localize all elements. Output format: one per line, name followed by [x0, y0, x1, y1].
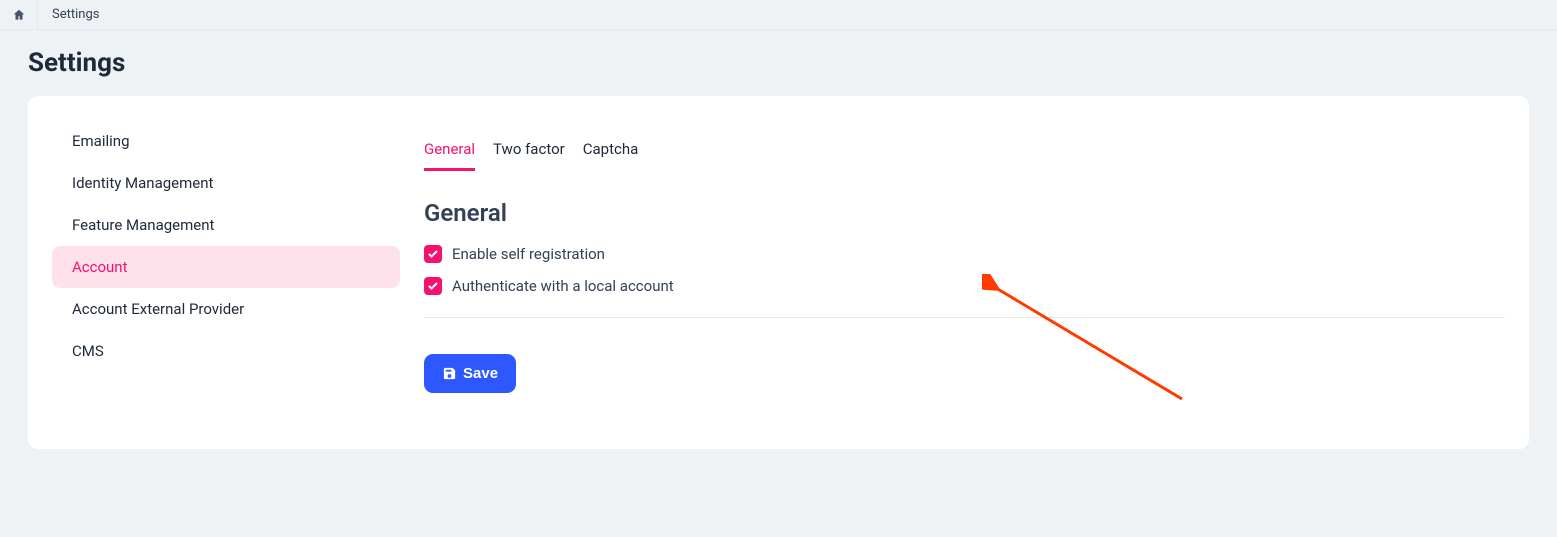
- annotation-arrow: [982, 274, 1202, 414]
- save-button-label: Save: [463, 365, 498, 382]
- sidebar-item-account[interactable]: Account: [52, 246, 400, 288]
- sidebar-item-cms[interactable]: CMS: [52, 330, 400, 372]
- page-title: Settings: [28, 48, 1529, 78]
- save-icon: [442, 366, 457, 381]
- check-icon: [427, 248, 439, 260]
- checkbox-local-account[interactable]: [424, 277, 442, 295]
- check-label-self-registration: Enable self registration: [452, 245, 605, 263]
- settings-main: General Two factor Captcha General Enabl…: [424, 120, 1505, 393]
- settings-sidebar: Emailing Identity Management Feature Man…: [52, 120, 400, 393]
- settings-card: Emailing Identity Management Feature Man…: [28, 96, 1529, 449]
- tab-two-factor[interactable]: Two factor: [493, 140, 565, 171]
- breadcrumb-current: Settings: [38, 7, 113, 22]
- divider: [424, 317, 1505, 318]
- sidebar-item-identity-management[interactable]: Identity Management: [52, 162, 400, 204]
- sidebar-item-account-external-provider[interactable]: Account External Provider: [52, 288, 400, 330]
- section-title: General: [424, 199, 1505, 227]
- check-row-local-account: Authenticate with a local account: [424, 277, 1505, 295]
- save-button[interactable]: Save: [424, 354, 516, 393]
- check-icon: [427, 280, 439, 292]
- check-label-local-account: Authenticate with a local account: [452, 277, 674, 295]
- tabs: General Two factor Captcha: [424, 140, 1505, 171]
- tab-general[interactable]: General: [424, 140, 475, 171]
- check-row-self-registration: Enable self registration: [424, 245, 1505, 263]
- checkbox-self-registration[interactable]: [424, 245, 442, 263]
- breadcrumb-bar: Settings: [0, 0, 1557, 30]
- sidebar-item-emailing[interactable]: Emailing: [52, 120, 400, 162]
- tab-captcha[interactable]: Captcha: [583, 140, 639, 171]
- home-icon[interactable]: [0, 0, 38, 30]
- sidebar-item-feature-management[interactable]: Feature Management: [52, 204, 400, 246]
